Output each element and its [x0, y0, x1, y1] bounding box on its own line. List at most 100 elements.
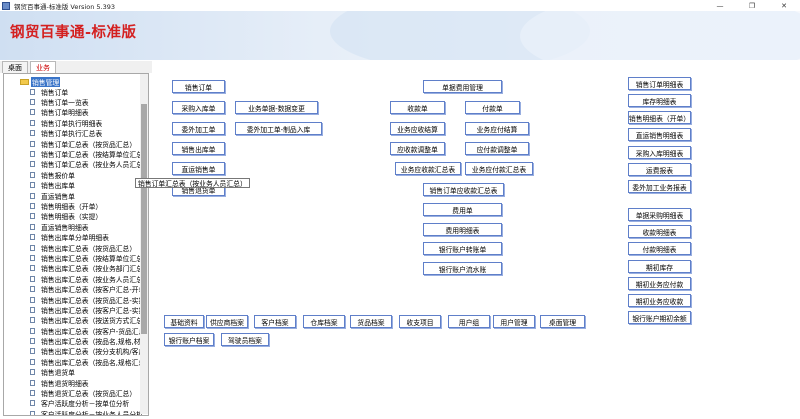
- tree-item[interactable]: 销售订单汇总表（按货品汇总）: [30, 138, 148, 149]
- biz-bill-change-button[interactable]: 业务单据-数据变更: [235, 101, 318, 114]
- tree-item[interactable]: 销售出库汇总表（按分支机构/客户: [30, 346, 148, 356]
- document-icon: [30, 140, 35, 147]
- document-icon: [30, 161, 35, 168]
- tree-item[interactable]: 销售明细表（开单）: [30, 201, 148, 211]
- tree-item[interactable]: 销售订单汇总表（按结算单位汇总）: [30, 149, 148, 159]
- payment-button[interactable]: 付款单: [465, 101, 520, 114]
- outsource-report-button[interactable]: 委外加工业务报表: [628, 180, 691, 193]
- tree-item[interactable]: 销售订单: [30, 87, 148, 97]
- tree-item[interactable]: 销售出库汇总表（按客户汇总-开单: [30, 284, 148, 294]
- tree-item-label: 销售出库汇总表（按品名,规格汇总: [41, 358, 146, 367]
- tree-item[interactable]: 销售出库汇总表（按品名,规格,材: [30, 336, 148, 346]
- purchase-in-button[interactable]: 采购入库单: [172, 101, 225, 114]
- tree-item[interactable]: 销售出库汇总表（按客户汇总-实提: [30, 305, 148, 315]
- tree-item[interactable]: 销售出库单: [30, 180, 148, 190]
- ap-summary-button[interactable]: 业务应付款汇总表: [465, 162, 533, 175]
- tree-item[interactable]: 销售订单明细表: [30, 107, 148, 118]
- tree-item[interactable]: 销售出库汇总表（按货品汇总）: [30, 242, 148, 253]
- income-expense-item-button[interactable]: 收支项目: [399, 315, 441, 328]
- tab-business[interactable]: 业务: [30, 61, 56, 73]
- basic-data-button[interactable]: 基础资料: [164, 315, 204, 328]
- tree-item-label: 销售订单: [41, 88, 69, 97]
- tree-item[interactable]: 客户活跃度分析－按业务人员分析: [30, 409, 148, 415]
- bank-account-file-button[interactable]: 银行账户档案: [164, 333, 214, 346]
- close-icon[interactable]: ✕: [768, 0, 800, 11]
- ap-adjust-button[interactable]: 应付款调整单: [465, 142, 529, 155]
- tree-item[interactable]: 销售订单一览表: [30, 97, 148, 107]
- expense-button[interactable]: 费用单: [423, 203, 502, 216]
- sales-order-detail-button[interactable]: 销售订单明细表: [628, 77, 691, 90]
- sales-order-button[interactable]: 销售订单: [172, 80, 225, 93]
- outsource-button[interactable]: 委外加工单: [172, 122, 225, 135]
- supplier-file-button[interactable]: 供应商档案: [206, 315, 248, 328]
- tree-item-label: 销售明细表（开单）: [41, 202, 103, 211]
- tooltip: 销售订单汇总表（按业务人员汇总）: [135, 178, 250, 188]
- freight-report-button[interactable]: 运费报表: [628, 163, 691, 176]
- warehouse-file-button[interactable]: 仓库档案: [303, 315, 345, 328]
- ar-summary-button[interactable]: 业务应收款汇总表: [395, 162, 461, 175]
- tree-item[interactable]: 销售出库汇总表（按结算单位汇总）: [30, 253, 148, 263]
- bill-fee-mgmt-button[interactable]: 单据费用管理: [423, 80, 502, 93]
- restore-icon[interactable]: ❐: [736, 0, 768, 11]
- sales-out-button[interactable]: 销售出库单: [172, 142, 225, 155]
- tree-item[interactable]: 直运销售明细表: [30, 222, 148, 232]
- tab-desktop[interactable]: 桌面: [2, 61, 28, 73]
- sales-order-ar-summary-button[interactable]: 销售订单应收款汇总表: [423, 183, 504, 196]
- bank-transfer-button[interactable]: 银行账户转账单: [423, 242, 502, 255]
- tree-item[interactable]: 直运销售单: [30, 190, 148, 201]
- customer-file-button[interactable]: 客户档案: [254, 315, 296, 328]
- opening-stock-button[interactable]: 期初库存: [628, 260, 691, 273]
- bank-opening-button[interactable]: 银行账户期初余额: [628, 311, 691, 324]
- tree-item[interactable]: 客户活跃度分析－按单位分析: [30, 398, 148, 408]
- ap-settle-button[interactable]: 业务应付结算: [465, 122, 529, 135]
- direct-sales-button[interactable]: 直运销售单: [172, 162, 225, 175]
- tree-item[interactable]: 销售出库汇总表（按货品汇总-实提: [30, 294, 148, 305]
- tree-item[interactable]: 销售订单汇总表（按业务人员汇总）: [30, 159, 148, 169]
- tree-item[interactable]: 销售出库汇总表（按业务部门汇总）: [30, 263, 148, 273]
- expense-detail-button[interactable]: 费用明细表: [423, 223, 502, 236]
- sales-detail-open-button[interactable]: 销售明细表（开单）: [628, 111, 691, 124]
- tree-item[interactable]: 销售退货汇总表（按货品汇总）: [30, 388, 148, 398]
- opening-ap-button[interactable]: 期初业务应付款: [628, 277, 691, 290]
- tree-item[interactable]: 销售出库单分单明细表: [30, 232, 148, 242]
- goods-file-button[interactable]: 货品档案: [350, 315, 392, 328]
- tree-item[interactable]: 销售报价单: [30, 170, 148, 180]
- purchase-in-detail-button[interactable]: 采购入库明细表: [628, 146, 691, 159]
- tree-item-label: 销售订单明细表: [41, 109, 89, 118]
- bank-journal-button[interactable]: 银行账户流水账: [423, 262, 502, 275]
- tree-item[interactable]: 销售订单执行明细表: [30, 118, 148, 128]
- ar-settle-button[interactable]: 业务应收结算: [390, 122, 445, 135]
- tree-item-label: 销售出库汇总表（按货品汇总-实提: [41, 296, 146, 305]
- outsource-in-button[interactable]: 委外加工单-制品入库: [235, 122, 322, 135]
- receipt-detail-button[interactable]: 收款明细表: [628, 225, 691, 238]
- driver-file-button[interactable]: 驾驶员档案: [221, 333, 269, 346]
- payment-detail-button[interactable]: 付款明细表: [628, 242, 691, 255]
- document-icon: [30, 202, 35, 209]
- document-icon: [30, 254, 35, 261]
- tree-item[interactable]: 销售出库汇总表（按送货方式汇总）: [30, 315, 148, 325]
- direct-sales-detail-button[interactable]: 直运销售明细表: [628, 128, 691, 141]
- tree-item[interactable]: 销售订单执行汇总表: [30, 128, 148, 138]
- document-icon: [30, 390, 35, 397]
- document-icon: [30, 109, 35, 116]
- user-mgmt-button[interactable]: 用户管理: [493, 315, 535, 328]
- opening-ar-button[interactable]: 期初业务应收款: [628, 294, 691, 307]
- inventory-detail-button[interactable]: 库存明细表: [628, 94, 691, 107]
- tree-root-sales[interactable]: 销售管理: [20, 76, 61, 87]
- minimize-icon[interactable]: —: [704, 0, 736, 11]
- receipt-button[interactable]: 收款单: [390, 101, 445, 114]
- tree-item[interactable]: 销售明细表（实提）: [30, 211, 148, 221]
- purchase-detail-button[interactable]: 单据采购明细表: [628, 208, 691, 221]
- desktop-mgmt-button[interactable]: 桌面管理: [540, 315, 585, 328]
- scrollbar-thumb[interactable]: [141, 104, 147, 334]
- ar-adjust-button[interactable]: 应收款调整单: [390, 142, 445, 155]
- sidebar-scrollbar[interactable]: [140, 74, 148, 414]
- tree-item[interactable]: 销售出库汇总表（按业务人员汇总）: [30, 274, 149, 284]
- tree-item[interactable]: 销售退货明细表: [30, 377, 148, 388]
- tree-item-label: 销售订单汇总表（按货品汇总）: [41, 140, 137, 149]
- tree-item[interactable]: 销售出库汇总表（按品名,规格汇总: [30, 357, 148, 367]
- tree-item[interactable]: 销售退货单: [30, 367, 148, 377]
- tree-item-label: 销售出库汇总表（按业务人员汇总）: [41, 275, 149, 284]
- tree-item[interactable]: 销售出库汇总表（按客户-货品汇总: [30, 325, 148, 336]
- user-group-button[interactable]: 用户组: [448, 315, 490, 328]
